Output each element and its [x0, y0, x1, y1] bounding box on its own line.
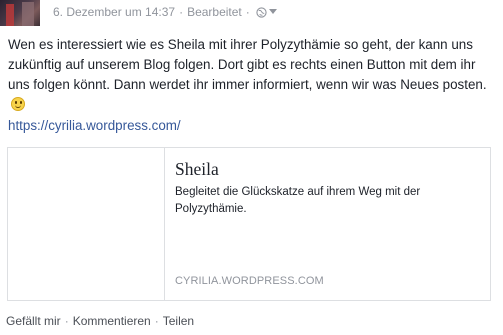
avatar-image-detail	[6, 4, 14, 26]
link-preview-body[interactable]: Sheila Begleitet die Glückskatze auf ihr…	[175, 148, 480, 300]
avatar-image-detail	[22, 2, 34, 26]
link-preview-image[interactable]	[8, 148, 165, 300]
link-preview-domain: CYRILIA.WORDPRESS.COM	[175, 275, 324, 287]
smile-emoji-icon	[11, 97, 25, 111]
globe-icon[interactable]	[256, 6, 267, 22]
link-preview-description: Begleitet die Glückskatze auf ihrem Weg …	[175, 186, 421, 215]
link-preview-title[interactable]: Sheila	[175, 158, 219, 180]
meta-separator: ·	[245, 5, 250, 19]
post-text: Wen es interessiert wie es Sheila mit ih…	[8, 35, 498, 115]
post-timestamp[interactable]: 6. Dezember um 14:37	[53, 5, 175, 19]
action-separator: ·	[64, 314, 69, 328]
post-link[interactable]: https://cyrilia.wordpress.com/	[8, 117, 181, 135]
link-preview-card[interactable]: Sheila Begleitet die Glückskatze auf ihr…	[7, 147, 491, 301]
caret-down-icon[interactable]	[268, 9, 277, 14]
avatar[interactable]	[0, 0, 40, 26]
action-separator: ·	[154, 314, 159, 328]
meta-separator: ·	[179, 5, 184, 19]
edited-label[interactable]: Bearbeitet	[187, 5, 242, 19]
post-actions: Gefällt mir · Kommentieren · Teilen	[6, 313, 194, 329]
post-message: Wen es interessiert wie es Sheila mit ih…	[8, 37, 487, 92]
comment-button[interactable]: Kommentieren	[73, 314, 151, 328]
post-meta: 6. Dezember um 14:37 · Bearbeitet ·	[53, 4, 277, 22]
post-header: 6. Dezember um 14:37 · Bearbeitet ·	[0, 0, 503, 26]
like-button[interactable]: Gefällt mir	[6, 314, 61, 328]
share-button[interactable]: Teilen	[163, 314, 194, 328]
